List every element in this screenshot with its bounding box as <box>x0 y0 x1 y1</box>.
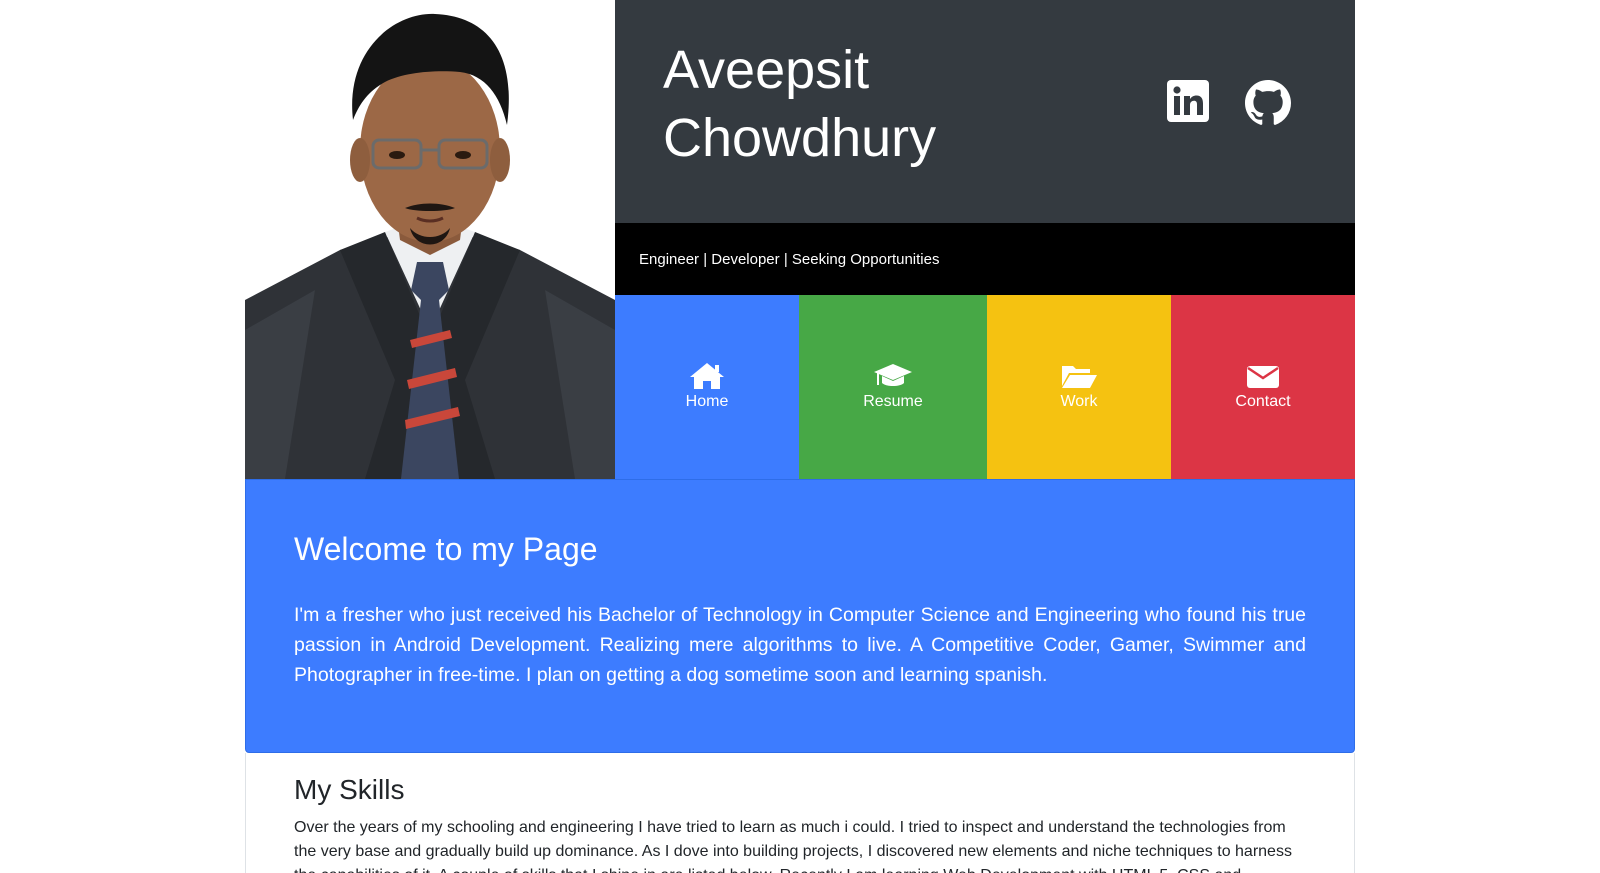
github-icon <box>1245 80 1291 125</box>
graduation-cap-icon <box>874 364 912 386</box>
folder-open-icon <box>1062 366 1097 388</box>
welcome-section: Welcome to my Page I'm a fresher who jus… <box>245 479 1355 753</box>
nav-home-button[interactable]: Home <box>615 295 799 479</box>
header: Aveepsit Chowdhury <box>615 0 1355 223</box>
name-first: Aveepsit <box>663 40 870 100</box>
page-title: Aveepsit Chowdhury <box>663 36 1063 172</box>
github-link[interactable] <box>1245 80 1291 131</box>
welcome-text: I'm a fresher who just received his Bach… <box>294 604 1306 686</box>
skills-text: Over the years of my schooling and engin… <box>294 819 1292 873</box>
main-nav: Home Resume Work Contact <box>615 295 1355 479</box>
envelope-icon <box>1247 366 1279 388</box>
nav-work-button[interactable]: Work <box>987 295 1171 479</box>
nav-work-label: Work <box>1060 393 1098 410</box>
nav-resume-button[interactable]: Resume <box>799 295 987 479</box>
portrait-illustration <box>245 0 615 479</box>
nav-contact-label: Contact <box>1235 393 1291 410</box>
welcome-title: Welcome to my Page <box>294 531 598 567</box>
name-last: Chowdhury <box>663 108 937 168</box>
home-icon <box>690 363 724 389</box>
tagline-bar: Engineer | Developer | Seeking Opportuni… <box>615 223 1355 295</box>
nav-home-label: Home <box>685 393 729 410</box>
linkedin-link[interactable] <box>1167 80 1209 127</box>
linkedin-icon <box>1167 80 1209 122</box>
skills-title: My Skills <box>294 774 405 805</box>
skills-section: My Skills Over the years of my schooling… <box>245 753 1355 873</box>
profile-photo <box>245 0 615 479</box>
tagline: Engineer | Developer | Seeking Opportuni… <box>639 251 940 268</box>
nav-contact-button[interactable]: Contact <box>1171 295 1355 479</box>
nav-resume-label: Resume <box>863 393 923 410</box>
